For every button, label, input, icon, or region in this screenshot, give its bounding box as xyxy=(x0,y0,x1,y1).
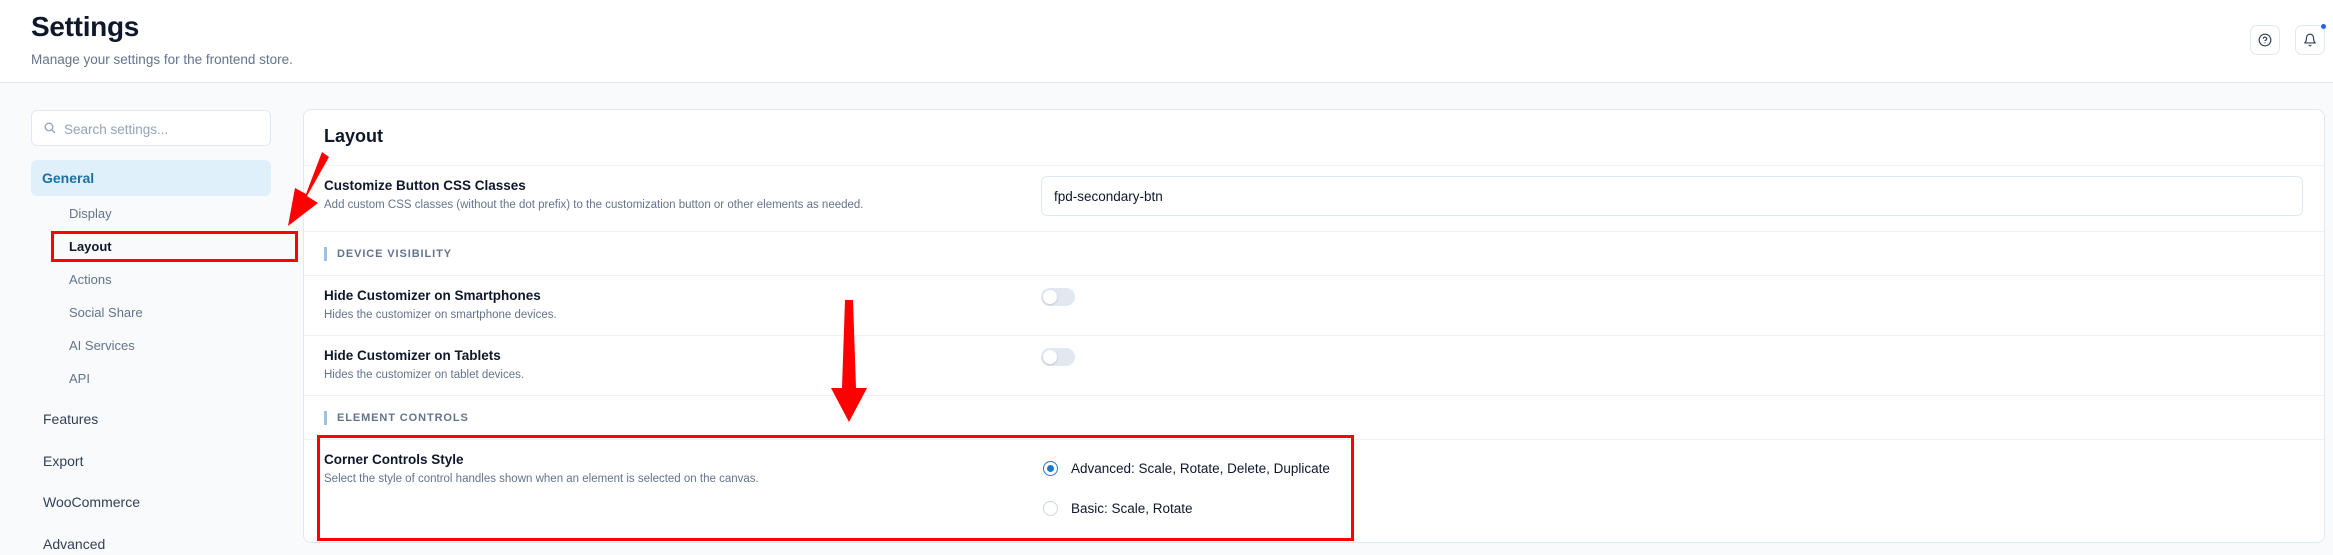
annotation-arrow-down xyxy=(831,300,867,422)
annotation-arrow-diagonal xyxy=(288,152,329,226)
annotation-arrows xyxy=(288,152,867,422)
